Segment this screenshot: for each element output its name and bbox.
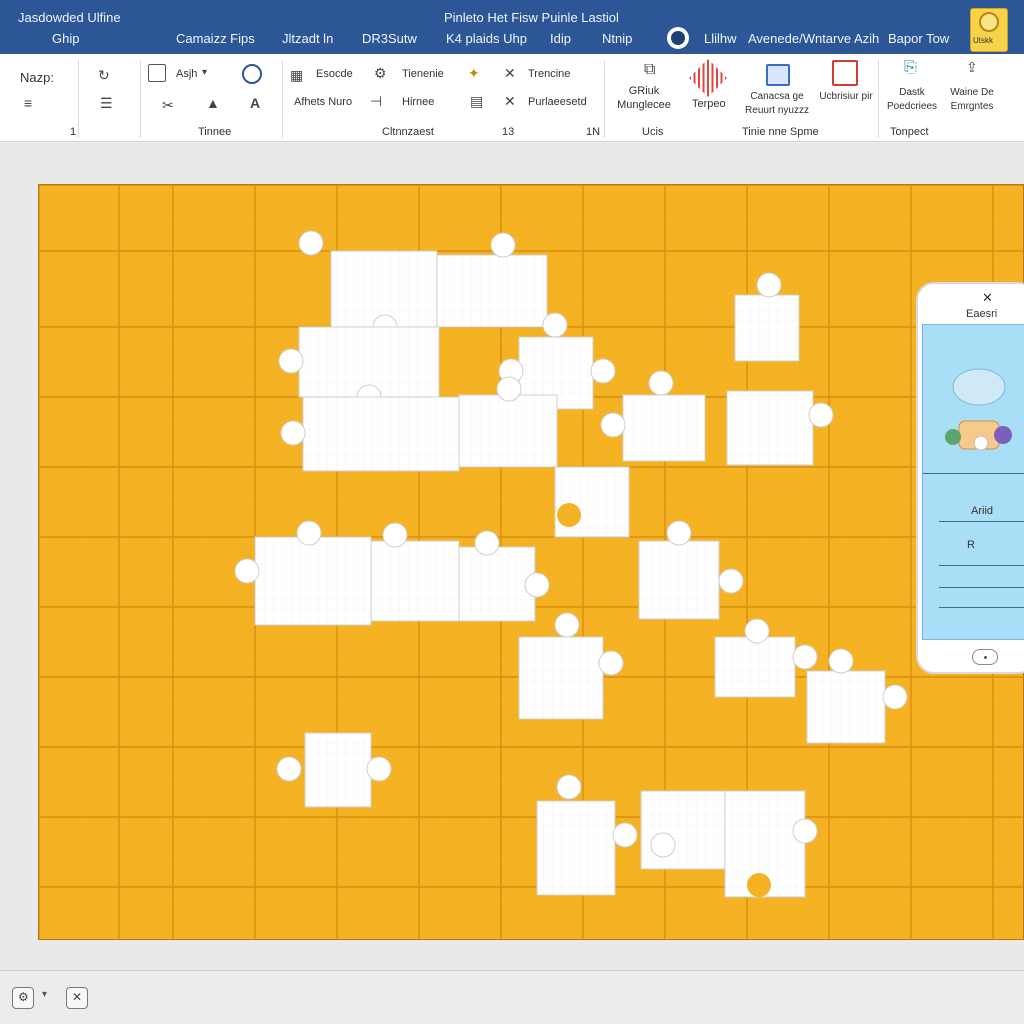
lines-icon[interactable]: ☰	[100, 96, 113, 110]
puzzle-pattern-icon[interactable]	[688, 58, 728, 98]
navigate-icon[interactable]	[242, 64, 262, 84]
menu-tab-3[interactable]: DR3Sutw	[362, 31, 417, 46]
ribbon-separator	[78, 60, 79, 138]
ribbon-toolbar: Nazp: ≡ 1 ↻ ☰ Asjh ▾ ✂ ▲ A Tinnee ▦ Esoc…	[0, 54, 1024, 142]
scissors-icon[interactable]: ✂	[162, 98, 174, 112]
preview-screen: Ariid R	[922, 324, 1024, 640]
status-bar: ⚙ ▾ ✕	[0, 970, 1024, 1024]
ribbon-group1-label: Nazp:	[20, 70, 54, 85]
menu-tab-5[interactable]: Idip	[550, 31, 571, 46]
logo-text: Utskk	[973, 36, 993, 45]
menu-tab-6[interactable]: Ntnip	[602, 31, 632, 46]
export-icon[interactable]: ⎘	[904, 60, 917, 76]
puzzle-board-graphic	[39, 185, 1023, 939]
table-icon[interactable]: ▦	[290, 68, 303, 82]
menu-tab-7[interactable]: Llilhw	[704, 31, 737, 46]
ribbon-group3-num2: 1N	[586, 126, 601, 138]
tools-button[interactable]: ✕	[66, 987, 88, 1009]
ribbon-btn-fill[interactable]: Ucbrisiur pir	[818, 90, 874, 104]
ribbon-separator	[282, 60, 283, 138]
cross-icon[interactable]: ✕	[504, 94, 516, 108]
field-underline	[939, 607, 1024, 608]
puzzle-piece[interactable]	[554, 466, 630, 538]
ribbon-group4-footer: Ucis	[642, 126, 664, 138]
chevron-down-icon[interactable]: ▾	[42, 989, 47, 1000]
preview-panel: ✕ Eaesri Ariid R	[916, 282, 1024, 674]
bell-icon[interactable]: ▲	[206, 96, 220, 110]
ribbon-btn-row1-a[interactable]: Esocde	[316, 68, 353, 80]
preview-illustration-icon	[945, 368, 1012, 451]
preview-header: ✕ Eaesri	[918, 284, 1024, 324]
ribbon-btn-shapes[interactable]: GRiuk Munglecee	[616, 84, 672, 112]
app-name: Jasdowded Ulfine	[18, 10, 121, 25]
settings-button[interactable]: ⚙	[12, 987, 34, 1009]
field-underline	[939, 565, 1024, 566]
align-icon[interactable]: ≡	[24, 96, 32, 110]
menu-tab-0[interactable]: Ghip	[52, 31, 79, 46]
account-name[interactable]: Bapor Tow	[888, 31, 949, 46]
menu-tab-4[interactable]: K4 plaids Uhp	[446, 31, 527, 46]
gear-icon[interactable]: ⚙	[374, 66, 387, 80]
puzzle-piece[interactable]	[234, 520, 372, 626]
rotate-icon[interactable]: ↻	[98, 68, 110, 82]
divider	[923, 473, 1024, 474]
puzzle-piece[interactable]	[640, 790, 726, 870]
ribbon-group2-footer: Tinnee	[198, 126, 232, 138]
ribbon-btn-row1-c[interactable]: Trencine	[528, 68, 570, 80]
text-color-icon[interactable]: A	[250, 96, 260, 110]
cross-icon[interactable]: ✕	[504, 66, 516, 80]
menu-tab-1[interactable]: Camaizz Fips	[176, 31, 255, 46]
ribbon-separator	[140, 60, 141, 138]
puzzle-board[interactable]	[38, 184, 1024, 940]
ribbon-btn-image[interactable]: Canacsa ge Reuurt nyuzzz	[742, 90, 812, 118]
preview-field-1[interactable]: Ariid	[971, 505, 993, 517]
ribbon-btn-row1-b[interactable]: Tienenie	[402, 68, 444, 80]
home-button[interactable]	[972, 649, 998, 665]
share-icon[interactable]: ⇪	[966, 60, 978, 74]
menu-tab-2[interactable]: Jltzadt ln	[282, 31, 333, 46]
checkbox-icon[interactable]	[148, 64, 166, 82]
field-underline	[939, 521, 1024, 522]
connector-icon[interactable]: ⊣	[370, 94, 382, 108]
ribbon-btn-pattern[interactable]: Terpeo	[692, 98, 726, 110]
app-logo: Utskk	[970, 8, 1008, 52]
title-bar: Jasdowded Ulfine Pinleto Het Fisw Puinle…	[0, 0, 1024, 54]
close-icon[interactable]: ✕	[982, 290, 993, 306]
preview-title: Eaesri	[966, 308, 998, 320]
ribbon-btn-row2-c[interactable]: Purlaeesetd	[528, 96, 587, 108]
ribbon-separator	[604, 60, 605, 138]
ribbon-btn-share[interactable]: Waine De Emrgntes	[944, 86, 1000, 114]
chevron-down-icon[interactable]: ▾	[202, 68, 207, 78]
ribbon-btn-row2-b[interactable]: Hirnee	[402, 96, 434, 108]
ribbon-separator	[878, 60, 879, 138]
preview-field-2[interactable]: R	[967, 539, 975, 551]
coin-icon	[979, 12, 999, 32]
ribbon-btn-export[interactable]: Dastk Poedcriees	[882, 86, 942, 114]
user-avatar-icon[interactable]	[667, 27, 689, 49]
ribbon-group6-footer: Tonpect	[890, 126, 929, 138]
star-icon[interactable]: ✦	[468, 66, 480, 80]
font-name[interactable]: Asjh	[176, 68, 197, 80]
gear-icon: ⚙	[18, 990, 29, 1004]
fill-icon[interactable]	[832, 60, 858, 86]
wrench-icon: ✕	[72, 990, 83, 1004]
search-hint[interactable]: Avenede/Wntarve Azih	[748, 31, 879, 46]
ribbon-group3-num: 13	[502, 126, 515, 138]
document-title: Pinleto Het Fisw Puinle Lastiol	[444, 10, 619, 25]
shapes-icon[interactable]: ⧉	[644, 62, 655, 78]
image-icon[interactable]	[766, 64, 790, 86]
puzzle-editor-window: Jasdowded Ulfine Pinleto Het Fisw Puinle…	[0, 0, 1024, 1024]
field-underline	[939, 587, 1024, 588]
ribbon-group5-footer: Tinie nne Spme	[742, 126, 819, 138]
ribbon-group3-footer: Cltnnzaest	[382, 126, 434, 138]
ribbon-btn-row2-a[interactable]: Afhets Nuro	[294, 96, 352, 108]
grid-icon[interactable]: ▤	[470, 94, 483, 108]
ribbon-group1-footer: 1	[70, 126, 77, 138]
puzzle-piece[interactable]	[724, 790, 818, 898]
